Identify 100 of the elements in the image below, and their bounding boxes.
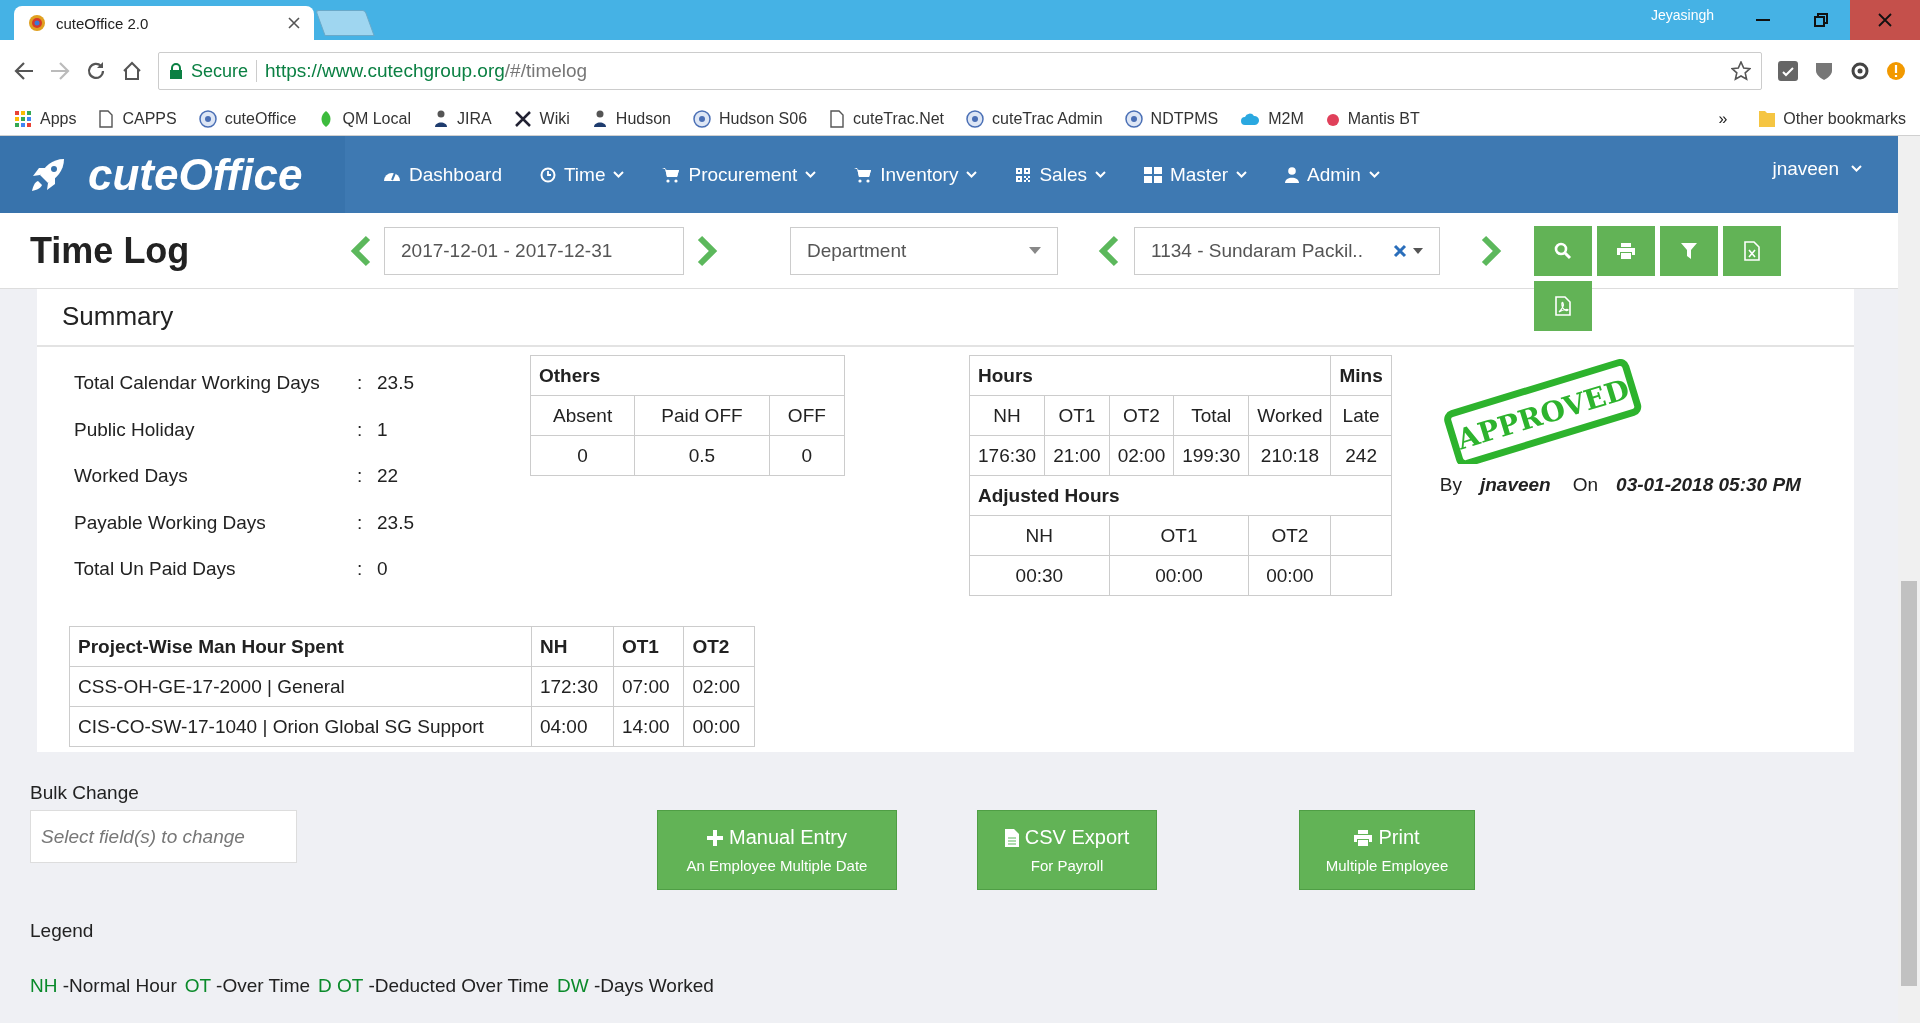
chrome-logo-icon bbox=[28, 14, 46, 32]
table-cell: 199:30 bbox=[1173, 435, 1249, 476]
excel-button[interactable] bbox=[1723, 226, 1781, 276]
column-header: OFF bbox=[769, 395, 845, 436]
column-header: OT1 bbox=[1109, 515, 1249, 556]
approval-date: 03-01-2018 05:30 PM bbox=[1616, 474, 1801, 496]
column-header: Worked bbox=[1248, 395, 1331, 436]
shield-icon[interactable] bbox=[1814, 61, 1834, 81]
colon: : bbox=[357, 464, 364, 489]
column-header: NH bbox=[969, 395, 1045, 436]
table-cell: CSS-OH-GE-17-2000 | General bbox=[69, 666, 532, 707]
minimize-icon bbox=[1756, 18, 1770, 22]
lock-icon bbox=[169, 62, 183, 80]
date-range-field[interactable]: 2017-12-01 - 2017-12-31 bbox=[384, 226, 684, 275]
more-bookmarks-button[interactable]: » bbox=[1718, 109, 1728, 128]
nav-menu-item[interactable]: Master bbox=[1105, 136, 1248, 213]
approver-name: jnaveen bbox=[1479, 474, 1551, 496]
table-cell: 0.5 bbox=[634, 435, 770, 476]
stat-value: 0 bbox=[377, 557, 389, 582]
close-window-button[interactable] bbox=[1850, 0, 1920, 40]
home-icon[interactable] bbox=[122, 61, 142, 81]
bookmark[interactable]: cuteTrac Admin bbox=[966, 109, 1103, 128]
bookmark[interactable]: cuteTrac.Net bbox=[829, 109, 945, 128]
bookmark[interactable]: CAPPS bbox=[98, 109, 177, 128]
bookmark[interactable]: NDTPMS bbox=[1124, 109, 1219, 128]
chevron-right-icon[interactable] bbox=[1480, 234, 1502, 267]
bookmark[interactable]: Mantis BT bbox=[1325, 109, 1420, 128]
nav-menu-item[interactable]: Sales bbox=[977, 136, 1106, 213]
filter-button[interactable] bbox=[1660, 226, 1718, 276]
clock-icon bbox=[539, 166, 556, 183]
nav-menu-item[interactable]: Dashboard bbox=[345, 136, 502, 213]
legend-item: DW -Days Worked bbox=[556, 975, 714, 997]
cloud-icon bbox=[1240, 111, 1261, 126]
qr-code-icon bbox=[1015, 166, 1032, 183]
column-header: OT1 bbox=[1044, 395, 1110, 436]
star-icon[interactable] bbox=[1731, 61, 1751, 81]
colon: : bbox=[357, 371, 364, 395]
alert-icon[interactable] bbox=[1886, 61, 1906, 81]
nav-menu-item[interactable]: Admin bbox=[1247, 136, 1380, 213]
nav-menu-item[interactable]: Time bbox=[501, 136, 625, 213]
reload-icon[interactable] bbox=[86, 61, 106, 81]
nav-menu-item[interactable]: Inventory bbox=[816, 136, 978, 213]
colon: : bbox=[357, 417, 364, 442]
sync-icon[interactable] bbox=[1850, 61, 1870, 81]
column-header: NH bbox=[969, 515, 1110, 556]
page-icon bbox=[98, 109, 115, 128]
nav-menu-item[interactable]: Procurement bbox=[624, 136, 817, 213]
department-dropdown[interactable]: Department bbox=[790, 226, 1058, 275]
page-icon bbox=[829, 109, 846, 128]
bookmark[interactable]: Hudson bbox=[591, 109, 671, 128]
table-cell: 21:00 bbox=[1044, 435, 1110, 476]
browser-tab[interactable]: cuteOffice 2.0 bbox=[14, 6, 314, 40]
pdf-button[interactable] bbox=[1534, 281, 1592, 331]
brand-logo[interactable]: cuteOffice bbox=[0, 136, 345, 213]
dropdown-arrow-icon bbox=[1413, 247, 1423, 254]
bookmark[interactable]: Apps bbox=[14, 109, 77, 128]
url-text: https://www.cutechgroup.org/#/timelog bbox=[265, 60, 588, 82]
table-cell: 0 bbox=[530, 435, 635, 476]
column-header: OT2 bbox=[1248, 515, 1331, 556]
tab-title: cuteOffice 2.0 bbox=[56, 14, 150, 32]
column-header: Paid OFF bbox=[634, 395, 770, 436]
table-cell: 14:00 bbox=[613, 706, 684, 747]
legend-item: D OT -Deducted Over Time bbox=[318, 975, 549, 997]
table-cell: 176:30 bbox=[969, 435, 1045, 476]
dropdown-arrow-icon bbox=[1029, 247, 1041, 254]
page-title: Time Log bbox=[30, 229, 191, 272]
extension-icon[interactable] bbox=[1778, 61, 1798, 81]
clear-icon[interactable] bbox=[1393, 243, 1407, 258]
print-button[interactable] bbox=[1597, 226, 1655, 276]
bookmark[interactable]: M2M bbox=[1240, 109, 1304, 128]
filter-icon bbox=[1681, 243, 1697, 259]
user-icon bbox=[1285, 166, 1300, 183]
column-header: Project-Wise Man Hour Spent bbox=[69, 626, 532, 667]
table-cell: 242 bbox=[1330, 435, 1392, 476]
bookmark[interactable]: JIRA bbox=[432, 109, 492, 128]
address-bar[interactable]: Secure https://www.cutechgroup.org/#/timelog bbox=[158, 52, 1762, 90]
employee-dropdown[interactable]: 1134 - Sundaram Packil.. bbox=[1134, 226, 1440, 275]
close-icon[interactable] bbox=[288, 17, 300, 29]
bookmark[interactable]: Hudson S06 bbox=[693, 109, 808, 128]
bookmark[interactable]: cuteOffice bbox=[198, 109, 297, 128]
column-header: NH bbox=[531, 626, 614, 667]
column-header: OT2 bbox=[683, 626, 755, 667]
forward-icon[interactable] bbox=[50, 62, 70, 80]
search-icon bbox=[1554, 242, 1572, 260]
scrollbar-thumb[interactable] bbox=[1901, 581, 1917, 986]
new-tab-button[interactable] bbox=[315, 10, 375, 36]
bookmark[interactable]: QM Local bbox=[318, 109, 411, 128]
chevron-right-icon[interactable] bbox=[696, 234, 718, 267]
bookmark[interactable]: Wiki bbox=[513, 109, 570, 128]
back-icon[interactable] bbox=[14, 62, 34, 80]
search-button[interactable] bbox=[1534, 226, 1592, 276]
chevron-left-icon[interactable] bbox=[1098, 234, 1120, 267]
table-cell: 00:30 bbox=[969, 555, 1110, 596]
column-header: Late bbox=[1330, 395, 1392, 436]
bulk-change-field[interactable]: Select field(s) to change bbox=[30, 810, 297, 863]
stat-label: Total Un Paid Days bbox=[74, 557, 237, 582]
tiles-icon bbox=[1143, 166, 1162, 183]
table-cell: 0 bbox=[769, 435, 845, 476]
colon: : bbox=[357, 557, 364, 582]
chevron-left-icon[interactable] bbox=[350, 234, 372, 267]
